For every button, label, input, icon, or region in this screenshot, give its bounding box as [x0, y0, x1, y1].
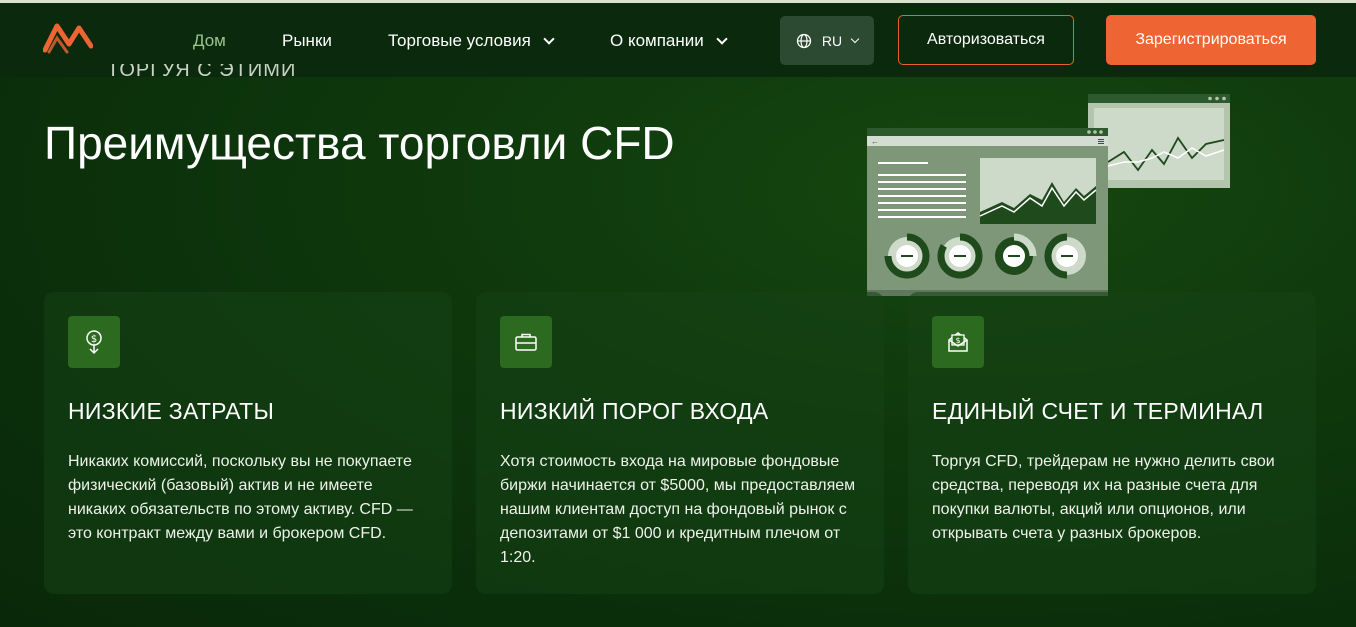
language-label: RU — [821, 32, 843, 49]
nav-trading-conditions-label: Торговые условия — [388, 31, 531, 50]
nav-about-label: О компании — [610, 31, 704, 50]
page-title: Преимущества торговли CFD — [44, 117, 675, 169]
briefcase-icon — [500, 316, 552, 368]
card-text: Хотя стоимость входа на мировые фондовые… — [500, 453, 856, 566]
nav-home[interactable]: Дом — [193, 31, 226, 51]
card-text: Никаких комиссий, поскольку вы не покупа… — [68, 453, 413, 542]
card-title: ЕДИНЫЙ СЧЕТ И ТЕРМИНАЛ — [932, 398, 1264, 424]
nav-markets-label: Рынки — [282, 31, 332, 50]
feature-card-low-costs: $ НИЗКИЕ ЗАТРАТЫ Никаких комиссий, поско… — [44, 292, 452, 594]
language-selector[interactable]: RU — [780, 16, 874, 65]
register-button[interactable]: Зарегистрироваться — [1106, 15, 1316, 65]
card-title: НИЗКИЙ ПОРОГ ВХОДА — [500, 398, 769, 424]
nav-trading-conditions[interactable]: Торговые условия — [388, 31, 555, 51]
logo-icon[interactable] — [43, 20, 93, 54]
clipped-heading-text: ТОРГУЯ С ЭТИМИ — [107, 64, 297, 80]
svg-text:$: $ — [955, 336, 960, 345]
feature-card-single-account: $ ЕДИНЫЙ СЧЕТ И ТЕРМИНАЛ Торгуя CFD, тре… — [908, 292, 1316, 594]
trading-dashboard-illustration: ← — [867, 94, 1230, 296]
svg-text:$: $ — [91, 334, 97, 345]
nav-home-label: Дом — [193, 31, 226, 50]
chevron-down-icon — [850, 34, 860, 43]
card-title: НИЗКИЕ ЗАТРАТЫ — [68, 398, 275, 424]
nav-markets[interactable]: Рынки — [282, 31, 332, 51]
card-text: Торгуя CFD, трейдерам не нужно делить св… — [932, 453, 1275, 542]
feature-card-low-entry: НИЗКИЙ ПОРОГ ВХОДА Хотя стоимость входа … — [476, 292, 884, 594]
chevron-down-icon — [543, 33, 555, 45]
svg-text:←: ← — [871, 137, 879, 146]
globe-icon — [796, 33, 812, 48]
dollar-down-icon: $ — [68, 316, 120, 368]
nav-about[interactable]: О компании — [610, 31, 728, 51]
money-envelope-icon: $ — [932, 316, 984, 368]
login-button[interactable]: Авторизоваться — [898, 15, 1074, 65]
chevron-down-icon — [716, 33, 728, 45]
